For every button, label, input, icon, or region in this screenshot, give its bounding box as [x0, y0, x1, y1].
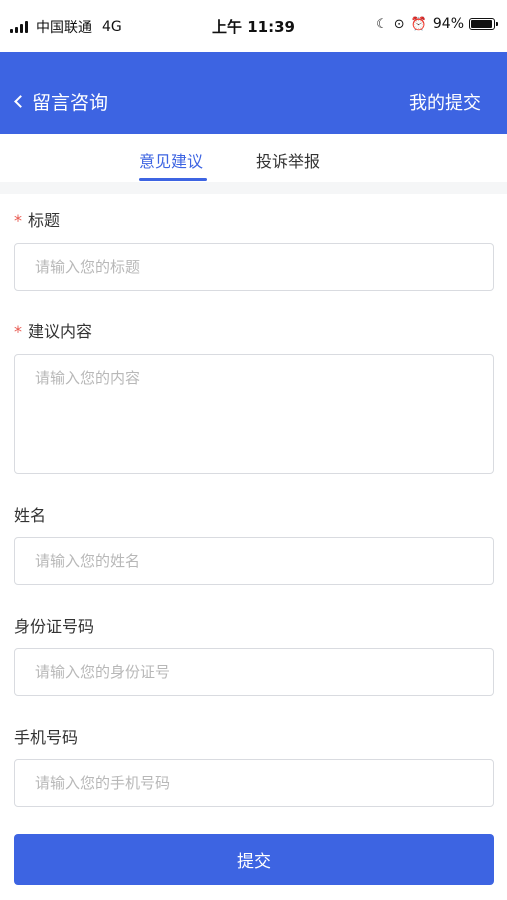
alarm-icon: ⏰	[410, 16, 427, 32]
phone-input[interactable]	[15, 760, 493, 806]
content-label: * 建议内容	[14, 318, 92, 342]
id-number-input[interactable]	[15, 649, 493, 695]
title-label-text: 标题	[28, 211, 61, 230]
id-number-label: 身份证号码	[14, 617, 95, 636]
status-bar: 中国联通 4G 上午 11:39 ☾ ⊙ ⏰ 94%	[0, 0, 507, 52]
tab-bar: 意见建议 投诉举报	[0, 134, 507, 182]
name-field	[14, 537, 494, 585]
tab-complaints[interactable]: 投诉举报	[256, 148, 320, 172]
phone-label: 手机号码	[14, 728, 79, 747]
phone-field	[14, 759, 494, 807]
nav-bar: 留言咨询 我的提交	[0, 52, 507, 134]
status-right: ☾ ⊙ ⏰ 94%	[376, 16, 498, 32]
moon-icon: ☾	[376, 16, 388, 32]
id-number-field	[14, 648, 494, 696]
orientation-lock-icon: ⊙	[393, 16, 405, 32]
required-mark: *	[14, 211, 22, 230]
battery-percent: 94%	[432, 16, 464, 32]
required-mark: *	[14, 322, 22, 341]
battery-icon	[469, 18, 498, 30]
name-label: 姓名	[14, 506, 47, 525]
title-field	[14, 243, 494, 291]
content-field	[14, 354, 494, 474]
nav-title: 留言咨询	[32, 92, 109, 114]
content-label-text: 建议内容	[28, 322, 93, 341]
submit-button[interactable]: 提交	[14, 834, 494, 885]
name-input[interactable]	[15, 538, 493, 584]
title-input[interactable]	[15, 244, 493, 290]
battery-level	[471, 20, 492, 28]
back-button[interactable]: 留言咨询	[12, 88, 108, 115]
title-label: * 标题	[14, 207, 60, 231]
tab-suggestions[interactable]: 意见建议	[139, 148, 203, 172]
active-tab-indicator	[139, 178, 207, 181]
my-submissions-link[interactable]: 我的提交	[409, 89, 481, 115]
content-textarea[interactable]	[15, 355, 493, 473]
chevron-left-icon	[14, 95, 27, 108]
section-divider	[0, 182, 507, 194]
